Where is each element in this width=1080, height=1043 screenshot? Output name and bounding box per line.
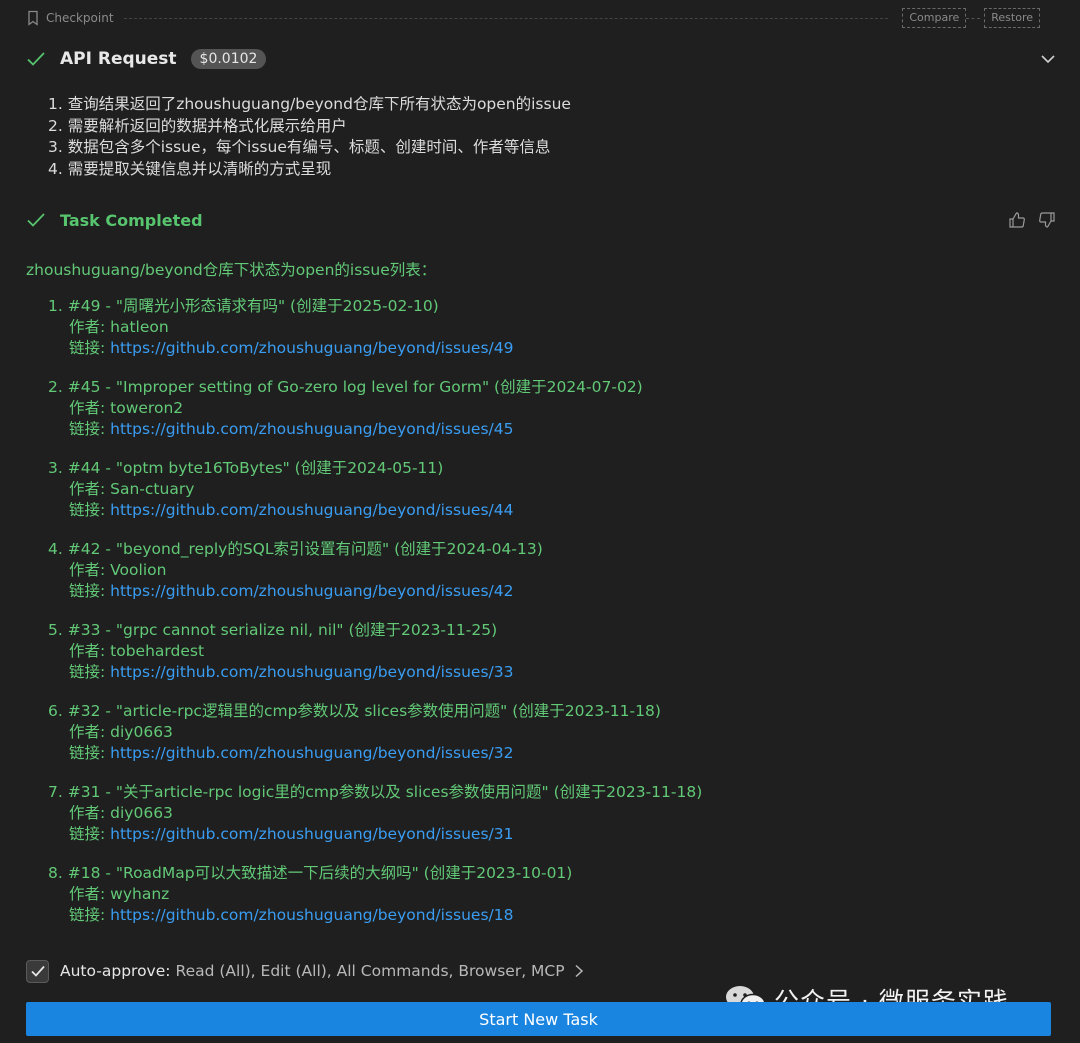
- issue-author: 作者: San-ctuary: [69, 480, 195, 498]
- list-item: 3. #44 - "optm byte16ToBytes" (创建于2024-0…: [48, 458, 702, 539]
- issue-link[interactable]: https://github.com/zhoushuguang/beyond/i…: [110, 501, 513, 519]
- thumbs-down-icon[interactable]: [1038, 211, 1056, 229]
- task-completed-header: Task Completed: [26, 207, 1056, 233]
- compare-button[interactable]: Compare: [902, 8, 967, 28]
- list-item: 4. 需要提取关键信息并以清晰的方式呈现: [48, 159, 332, 178]
- issue-author: 作者: hatleon: [69, 318, 169, 336]
- issue-link[interactable]: https://github.com/zhoushuguang/beyond/i…: [110, 339, 513, 357]
- issue-author: 作者: toweron2: [69, 399, 184, 417]
- api-request-title: API Request: [60, 49, 177, 69]
- issue-link[interactable]: https://github.com/zhoushuguang/beyond/i…: [110, 420, 513, 438]
- issue-author: 作者: tobehardest: [69, 642, 205, 660]
- issue-list: 1. #49 - "周曙光小形态请求有吗" (创建于2025-02-10) 作者…: [48, 296, 702, 944]
- issue-link-label: 链接:: [69, 744, 111, 762]
- checkpoint-divider: [123, 17, 889, 19]
- checkpoint-row: Checkpoint Compare Restore: [26, 8, 1040, 28]
- list-item: 8. #18 - "RoadMap可以大致描述一下后续的大纲吗" (创建于202…: [48, 863, 702, 944]
- list-item: 4. #42 - "beyond_reply的SQL索引设置有问题" (创建于2…: [48, 539, 702, 620]
- feedback-buttons: [1008, 211, 1056, 229]
- issue-header: 4. #42 - "beyond_reply的SQL索引设置有问题" (创建于2…: [48, 540, 543, 558]
- issue-link[interactable]: https://github.com/zhoushuguang/beyond/i…: [110, 582, 513, 600]
- chevron-down-icon[interactable]: [1040, 51, 1056, 67]
- issue-link[interactable]: https://github.com/zhoushuguang/beyond/i…: [110, 825, 513, 843]
- issue-author: 作者: diy0663: [69, 804, 173, 822]
- issue-link-row: 链接: https://github.com/zhoushuguang/beyo…: [48, 419, 702, 440]
- issue-link-label: 链接:: [69, 420, 111, 438]
- auto-approve-row[interactable]: Auto-approve: Read (All), Edit (All), Al…: [26, 958, 585, 984]
- issue-link-row: 链接: https://github.com/zhoushuguang/beyo…: [48, 581, 702, 602]
- issue-header: 6. #32 - "article-rpc逻辑里的cmp参数以及 slices参…: [48, 702, 661, 720]
- task-completed-title: Task Completed: [60, 210, 203, 230]
- auto-approve-label: Auto-approve:: [60, 962, 171, 980]
- bookmark-icon: [28, 10, 38, 26]
- issue-header: 3. #44 - "optm byte16ToBytes" (创建于2024-0…: [48, 459, 444, 477]
- issue-author: 作者: Voolion: [69, 561, 167, 579]
- issue-author: 作者: wyhanz: [69, 885, 170, 903]
- list-item: 6. #32 - "article-rpc逻辑里的cmp参数以及 slices参…: [48, 701, 702, 782]
- api-request-header[interactable]: API Request $0.0102: [26, 46, 1056, 72]
- api-request-reasoning-list: 1. 查询结果返回了zhoushuguang/beyond仓库下所有状态为ope…: [48, 94, 571, 180]
- issue-link[interactable]: https://github.com/zhoushuguang/beyond/i…: [110, 663, 513, 681]
- issue-link-row: 链接: https://github.com/zhoushuguang/beyo…: [48, 662, 702, 683]
- issue-link-row: 链接: https://github.com/zhoushuguang/beyo…: [48, 824, 702, 845]
- issue-link-label: 链接:: [69, 501, 111, 519]
- issue-link-label: 链接:: [69, 825, 111, 843]
- check-icon: [30, 965, 45, 977]
- auto-approve-value: Read (All), Edit (All), All Commands, Br…: [175, 962, 565, 980]
- auto-approve-checkbox[interactable]: [26, 959, 49, 983]
- list-item: 1. 查询结果返回了zhoushuguang/beyond仓库下所有状态为ope…: [48, 95, 571, 113]
- issue-header: 2. #45 - "Improper setting of Go-zero lo…: [48, 378, 643, 396]
- thumbs-up-icon[interactable]: [1008, 211, 1026, 229]
- restore-button[interactable]: Restore: [984, 8, 1040, 28]
- issue-link[interactable]: https://github.com/zhoushuguang/beyond/i…: [110, 906, 513, 924]
- list-item: 7. #31 - "关于article-rpc logic里的cmp参数以及 s…: [48, 782, 702, 863]
- chat-panel: Checkpoint Compare Restore API Request $…: [0, 0, 1080, 1043]
- issue-link-label: 链接:: [69, 906, 111, 924]
- issue-link-label: 链接:: [69, 339, 111, 357]
- start-new-task-button[interactable]: Start New Task: [26, 1002, 1051, 1036]
- issue-author: 作者: diy0663: [69, 723, 173, 741]
- checkpoint-label: Checkpoint: [46, 11, 114, 25]
- issue-header: 8. #18 - "RoadMap可以大致描述一下后续的大纲吗" (创建于202…: [48, 864, 573, 882]
- list-item: 3. 数据包含多个issue，每个issue有编号、标题、创建时间、作者等信息: [48, 138, 551, 156]
- check-icon: [27, 52, 45, 66]
- list-item: 2. 需要解析返回的数据并格式化展示给用户: [48, 116, 347, 135]
- issue-link[interactable]: https://github.com/zhoushuguang/beyond/i…: [110, 744, 513, 762]
- issue-link-row: 链接: https://github.com/zhoushuguang/beyo…: [48, 338, 702, 359]
- chevron-right-icon[interactable]: [573, 964, 585, 978]
- issue-link-label: 链接:: [69, 582, 111, 600]
- result-intro: zhoushuguang/beyond仓库下状态为open的issue列表：: [26, 261, 437, 279]
- list-item: 2. #45 - "Improper setting of Go-zero lo…: [48, 377, 702, 458]
- check-icon: [27, 213, 45, 227]
- issue-header: 5. #33 - "grpc cannot serialize nil, nil…: [48, 621, 498, 639]
- issue-link-row: 链接: https://github.com/zhoushuguang/beyo…: [48, 500, 702, 521]
- checkpoint-divider-short: [966, 17, 981, 19]
- issue-header: 7. #31 - "关于article-rpc logic里的cmp参数以及 s…: [48, 783, 703, 801]
- issue-link-label: 链接:: [69, 663, 111, 681]
- list-item: 5. #33 - "grpc cannot serialize nil, nil…: [48, 620, 702, 701]
- issue-header: 1. #49 - "周曙光小形态请求有吗" (创建于2025-02-10): [48, 297, 439, 315]
- issue-link-row: 链接: https://github.com/zhoushuguang/beyo…: [48, 743, 702, 764]
- cost-badge: $0.0102: [190, 49, 267, 69]
- issue-link-row: 链接: https://github.com/zhoushuguang/beyo…: [48, 905, 702, 926]
- list-item: 1. #49 - "周曙光小形态请求有吗" (创建于2025-02-10) 作者…: [48, 296, 702, 377]
